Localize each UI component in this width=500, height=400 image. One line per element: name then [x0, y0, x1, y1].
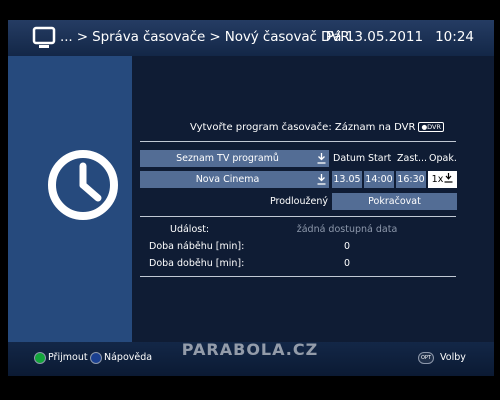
repeat-icon: [444, 173, 453, 183]
header-bar: ... > Správa časovače > Nový časovač DVR…: [8, 20, 494, 57]
dvr-badge: ●DVR: [418, 122, 444, 132]
screen: ... > Správa časovače > Nový časovač DVR…: [0, 0, 500, 400]
lead-time-value: 0: [343, 241, 351, 252]
trail-time-label: Doba doběhu [min]:: [149, 258, 245, 269]
blue-button-icon[interactable]: [90, 352, 102, 364]
footer-bar: Přijmout Nápověda OPT Volby: [8, 342, 494, 376]
column-header-stop: Zast...: [397, 153, 428, 164]
title-text: Vytvořte program časovače: Záznam na DVR: [190, 122, 416, 133]
breadcrumb: ... > Správa časovače > Nový časovač DVR: [60, 29, 350, 45]
header-datetime: Pá 13.05.2011 10:24: [326, 29, 474, 45]
green-button-icon[interactable]: [34, 352, 46, 364]
event-label: Událost:: [170, 224, 210, 235]
channel-list-label: Seznam TV programů: [176, 153, 279, 164]
download-arrow-icon: [317, 153, 326, 164]
date-field[interactable]: 13.05: [332, 171, 362, 188]
column-header-date: Datum: [333, 153, 366, 164]
accept-label[interactable]: Přijmout: [48, 352, 88, 363]
options-label[interactable]: Volby: [440, 352, 466, 363]
column-header-start: Start: [368, 153, 392, 164]
help-label[interactable]: Nápověda: [104, 352, 152, 363]
extended-label[interactable]: Prodloužený: [252, 196, 328, 207]
clock-icon: [48, 150, 118, 220]
options-icon[interactable]: OPT: [418, 352, 434, 364]
stop-time-field[interactable]: 16:30: [396, 171, 426, 188]
left-panel: [8, 56, 132, 342]
start-time-field[interactable]: 14:00: [364, 171, 394, 188]
download-arrow-icon: [317, 174, 326, 185]
column-header-repeat: Opak.: [429, 153, 457, 164]
header-time: 10:24: [435, 29, 474, 45]
main-panel: Vytvořte program časovače: Záznam na DVR…: [132, 56, 494, 342]
divider-top: [140, 141, 456, 142]
continue-button[interactable]: Pokračovat: [332, 193, 457, 210]
trail-time-value: 0: [343, 258, 351, 269]
tv-icon: [32, 26, 56, 48]
channel-list-dropdown[interactable]: Seznam TV programů: [140, 150, 329, 167]
repeat-value: 1x: [431, 174, 444, 185]
channel-dropdown[interactable]: Nova Cinema: [140, 171, 329, 188]
divider-bottom: [140, 276, 456, 277]
channel-name: Nova Cinema: [195, 174, 260, 185]
lead-time-label: Doba náběhu [min]:: [149, 241, 245, 252]
repeat-field[interactable]: 1x: [428, 171, 457, 188]
header-date: Pá 13.05.2011: [325, 29, 424, 45]
event-value: žádná dostupná data: [296, 224, 398, 235]
continue-label: Pokračovat: [368, 196, 421, 207]
divider-middle: [140, 216, 456, 217]
page-title: Vytvořte program časovače: Záznam na DVR…: [190, 122, 444, 133]
